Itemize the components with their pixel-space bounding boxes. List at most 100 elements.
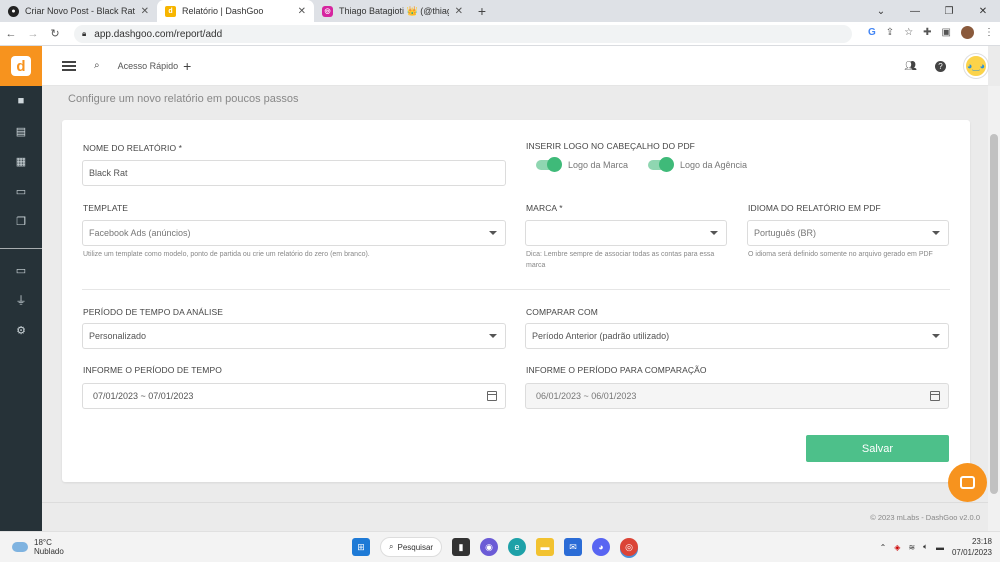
maximize-button[interactable]: ❐ <box>932 0 966 22</box>
instagram-icon: ◎ <box>322 5 333 17</box>
gear-icon[interactable]: ⚙ <box>0 315 42 345</box>
weather-widget[interactable]: 18°C Nublado <box>12 538 64 556</box>
dashboard-icon[interactable]: ▦ <box>0 146 42 176</box>
browser-menu-icon[interactable]: ⋮ <box>984 27 994 38</box>
browser-tab-instagram[interactable]: ◎ Thiago Batagioti 👑 (@thiago.ba ✕ <box>314 0 471 22</box>
profile-avatar-icon[interactable] <box>961 26 974 39</box>
template-value: Facebook Ads (anúncios) <box>89 228 191 238</box>
tab-title: Relatório | DashGoo <box>182 6 264 16</box>
task-view-icon[interactable]: ▮ <box>452 538 470 556</box>
close-tab-icon[interactable]: ✕ <box>141 6 149 17</box>
chat-icon <box>960 476 975 489</box>
date-range-input[interactable]: 07/01/2023 ~ 07/01/2023 <box>82 383 506 409</box>
windows-start-icon[interactable]: ⊞ <box>352 538 370 556</box>
report-name-input[interactable]: Black Rat <box>82 160 506 186</box>
header-actions: 👥︎ ? ◕‿◕ <box>904 46 988 86</box>
sidebar-divider <box>0 248 42 249</box>
volume-icon[interactable]: 🔈︎ <box>923 542 928 552</box>
tab-search-button[interactable]: ⌄ <box>864 0 898 22</box>
url-input[interactable]: 🔒︎ app.dashgoo.com/report/add <box>74 25 852 43</box>
chat-support-button[interactable] <box>948 463 987 502</box>
brand-logo-switch[interactable] <box>536 157 562 172</box>
report-icon[interactable]: ▤ <box>0 116 42 146</box>
browser-toolbar-right: G ⇪ ☆ ✚ ▣ ⋮ <box>868 26 994 39</box>
template-select[interactable]: Facebook Ads (anúncios) <box>82 220 506 246</box>
battery-icon[interactable]: ▬ <box>936 543 944 552</box>
report-name-value: Black Rat <box>89 168 128 178</box>
date-range-label: INFORME O PERÍODO DE TEMPO <box>83 365 222 375</box>
sidepanel-icon[interactable]: ▣ <box>942 27 951 38</box>
period-select[interactable]: Personalizado <box>82 323 506 349</box>
minimize-button[interactable]: — <box>898 0 932 22</box>
address-bar: ← → ↻ 🔒︎ app.dashgoo.com/report/add G ⇪ … <box>0 22 1000 46</box>
extensions-icon[interactable]: ✚ <box>923 27 931 38</box>
agency-logo-toggle[interactable]: Logo da Agência <box>648 157 748 172</box>
help-icon[interactable]: ? <box>935 60 946 72</box>
scrollbar-thumb[interactable] <box>990 134 998 494</box>
compare-label: COMPARAR COM <box>526 307 598 317</box>
github-icon: ● <box>8 5 19 17</box>
search-icon[interactable]: ⌕ <box>94 60 100 71</box>
wifi-icon[interactable]: ≋ <box>908 543 915 552</box>
close-window-button[interactable]: ✕ <box>966 0 1000 22</box>
page-scrollbar[interactable] <box>988 86 1000 531</box>
temperature: 18°C <box>34 538 52 547</box>
image-icon[interactable]: ▭ <box>0 176 42 206</box>
calendar-icon[interactable] <box>487 391 497 401</box>
hamburger-menu-icon[interactable] <box>62 59 76 73</box>
taskbar-search-label: Pesquisar <box>397 542 434 552</box>
new-tab-button[interactable]: + <box>471 0 493 22</box>
period-label: PERÍODO DE TEMPO DA ANÁLISE <box>83 307 223 317</box>
chevron-up-icon[interactable]: ⌃ <box>880 543 887 552</box>
weather-status: Nublado <box>34 547 64 556</box>
template-help: Utilize um template como modelo, ponto d… <box>83 251 370 258</box>
taskbar-clock[interactable]: 23:18 07/01/2023 <box>952 536 992 558</box>
brand-select[interactable] <box>525 220 727 246</box>
file-explorer-icon[interactable]: ▬ <box>536 538 554 556</box>
close-tab-icon[interactable]: ✕ <box>298 6 306 17</box>
plug-icon[interactable]: ⏚ <box>0 285 42 315</box>
language-value: Português (BR) <box>754 228 817 238</box>
chrome-icon[interactable]: ◎ <box>620 538 638 556</box>
discord-icon[interactable]: ◕ <box>592 538 610 556</box>
user-avatar[interactable]: ◕‿◕ <box>964 54 988 78</box>
mail-icon[interactable]: ✉ <box>564 538 582 556</box>
quick-access-button[interactable]: Acesso Rápido + <box>118 58 192 74</box>
system-tray: ⌃ ◈ ≋ 🔈︎ ▬ 23:18 07/01/2023 <box>880 536 992 558</box>
save-button[interactable]: Salvar <box>806 435 949 462</box>
dashgoo-logo[interactable]: d <box>0 46 42 86</box>
tab-title: Thiago Batagioti 👑 (@thiago.ba <box>339 5 449 16</box>
brand-logo-label: Logo da Marca <box>568 160 629 170</box>
search-icon: ⌕ <box>389 542 394 551</box>
quick-access-label: Acesso Rápido <box>117 60 179 71</box>
team-icon[interactable]: 👥︎ <box>904 61 917 72</box>
teams-chat-icon[interactable]: ◉ <box>480 538 498 556</box>
language-select[interactable]: Português (BR) <box>747 220 949 246</box>
brand-logo-toggle[interactable]: Logo da Marca <box>536 157 629 172</box>
compare-select[interactable]: Período Anterior (padrão utilizado) <box>525 323 949 349</box>
forward-icon[interactable]: → <box>22 28 44 40</box>
google-icon[interactable]: G <box>868 27 876 38</box>
agency-logo-switch[interactable] <box>648 157 674 172</box>
monitor-icon[interactable]: ▭ <box>0 255 42 285</box>
brand-help: Dica: Lembre sempre de associar todas as… <box>526 251 715 269</box>
lock-icon: 🔒︎ <box>82 29 87 38</box>
reload-icon[interactable]: ↻ <box>44 27 66 40</box>
edge-icon[interactable]: e <box>508 538 526 556</box>
back-icon[interactable]: ← <box>0 28 22 40</box>
taskbar-search[interactable]: ⌕ Pesquisar <box>380 537 442 557</box>
compare-range-value: 06/01/2023 ~ 06/01/2023 <box>536 391 637 401</box>
chevron-down-icon <box>710 231 718 235</box>
language-label: IDIOMA DO RELATÓRIO EM PDF <box>748 203 881 213</box>
agency-logo-label: Logo da Agência <box>680 160 748 170</box>
date-range-value: 07/01/2023 ~ 07/01/2023 <box>93 391 194 401</box>
close-tab-icon[interactable]: ✕ <box>455 6 463 17</box>
briefcase-icon[interactable]: ■ <box>0 86 42 116</box>
browser-tab-black-rat[interactable]: ● Criar Novo Post - Black Rat ✕ <box>0 0 157 22</box>
gallery-icon[interactable]: ❐ <box>0 206 42 236</box>
share-icon[interactable]: ⇪ <box>886 27 894 38</box>
network-alert-icon[interactable]: ◈ <box>894 543 900 552</box>
bookmark-star-icon[interactable]: ☆ <box>904 27 913 38</box>
browser-tab-dashgoo[interactable]: d Relatório | DashGoo ✕ <box>157 0 314 22</box>
chevron-down-icon <box>489 334 497 338</box>
